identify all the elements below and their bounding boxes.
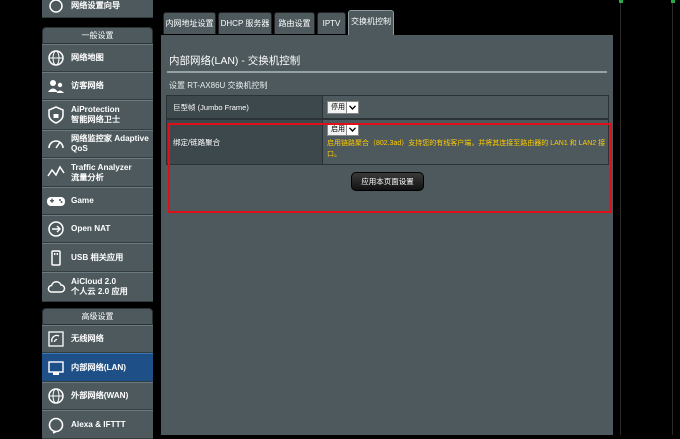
divider [672,0,673,435]
sidebar-item-label: AiProtection 智能网络卫士 [71,105,121,124]
usb-icon [45,247,67,269]
main-content: 内网地址设置 DHCP 服务器 路由设置 IPTV 交换机控制 内部网络(LAN… [161,0,613,435]
tab-dhcp-server[interactable]: DHCP 服务器 [218,12,272,34]
sidebar-item-aicloud[interactable]: AiCloud 2.0 个人云 2.0 应用 [42,272,153,302]
left-margin [0,0,42,435]
sidebar-item-game[interactable]: Game [42,187,153,215]
chevron-down-icon [346,124,358,135]
advanced-settings-header: 高级设置 [42,308,153,325]
traffic-analyzer-icon [45,162,67,184]
lan-icon [45,357,67,379]
sidebar-item-wireless[interactable]: 无线网络 [42,325,153,353]
status-led-indicator [619,0,623,3]
chevron-down-icon [346,102,358,113]
alexa-icon [45,414,67,436]
sidebar-item-label: Open NAT [71,224,111,233]
sidebar-item-label: 访客网络 [71,81,104,90]
sidebar-item-label: USB 相关应用 [71,252,124,262]
status-led-indicator [671,0,675,3]
cloud-icon [45,276,67,298]
setting-value-cell: 启用 启用链路聚合（802.3ad）支持您的有线客户端，并将其连接至路由器的 L… [323,120,608,164]
sidebar-item-guest-network[interactable]: 访客网络 [42,72,153,100]
jumbo-frame-select[interactable]: 停用 [327,101,359,114]
sidebar-item-aiprotection[interactable]: AiProtection 智能网络卫士 [42,100,153,130]
sidebar-item-label: 无线网络 [71,334,104,343]
tab-route[interactable]: 路由设置 [274,12,315,34]
setting-label: 巨型帧 (Jumbo Frame) [167,96,323,118]
globe-icon [45,47,67,69]
sidebar-item-lan[interactable]: 内部网络(LAN) [42,353,153,382]
sidebar-item-label: Alexa & IFTTT [71,419,126,429]
sidebar-item-wan[interactable]: 外部网络(WAN) [42,382,153,410]
sidebar-menu: 网络设置向导 一般设置 网络地图 访客网络 AiProtection 智能网络卫… [42,0,153,439]
wan-globe-icon [45,385,67,407]
general-settings-header: 一般设置 [42,27,153,44]
tab-switch-control[interactable]: 交换机控制 [348,10,394,36]
wizard-icon [45,0,67,17]
link-aggregation-select[interactable]: 启用 [327,123,359,136]
setting-value-cell: 停用 [323,96,608,118]
shield-lock-icon [45,104,67,126]
gauge-icon [45,133,67,155]
page-subtitle: 设置 RT-AX86U 交换机控制 [169,81,268,90]
setting-row-jumbo-frame: 巨型帧 (Jumbo Frame) 停用 [166,95,609,119]
sidebar-item-setup-wizard[interactable]: 网络设置向导 [42,0,153,18]
tab-lan-ip[interactable]: 内网地址设置 [163,12,216,34]
setting-row-link-aggregation: 绑定/链路聚合 启用 启用链路聚合（802.3ad）支持您的有线客户端，并将其连… [166,119,609,165]
page-title: 内部网络(LAN) - 交换机控制 [169,55,301,67]
gamepad-icon [45,190,67,212]
sidebar-item-usb[interactable]: USB 相关应用 [42,243,153,272]
title-divider [167,71,607,73]
select-value: 启用 [331,126,345,133]
apply-settings-button[interactable]: 应用本页面设置 [351,172,424,191]
sidebar-item-label: AiCloud 2.0 个人云 2.0 应用 [71,277,128,296]
wireless-icon [45,328,67,350]
divider [620,0,621,435]
select-value: 停用 [331,104,345,111]
sidebar-item-network-map[interactable]: 网络地图 [42,44,153,72]
sidebar-item-label: 网络监控家 Adaptive QoS [71,134,149,153]
sidebar-item-label: 外部网络(WAN) [71,391,129,400]
settings-panel: 内部网络(LAN) - 交换机控制 设置 RT-AX86U 交换机控制 巨型帧 … [161,35,613,435]
link-aggregation-hint: 启用链路聚合（802.3ad）支持您的有线客户端，并将其连接至路由器的 LAN1… [327,140,606,158]
sidebar-item-traffic-analyzer[interactable]: Traffic Analyzer 流量分析 [42,158,153,187]
sidebar-item-label: Traffic Analyzer 流量分析 [71,162,132,182]
sidebar-item-adaptive-qos[interactable]: 网络监控家 Adaptive QoS [42,130,153,158]
right-margin [613,0,680,435]
sidebar-item-label: 网络地图 [71,53,104,62]
sidebar-item-label: 网络设置向导 [71,1,121,10]
sidebar-item-label: 内部网络(LAN) [71,362,127,372]
open-nat-icon [45,218,67,240]
sidebar-item-label: Game [71,196,94,205]
tab-iptv[interactable]: IPTV [317,12,346,34]
setting-label: 绑定/链路聚合 [167,120,323,164]
guest-network-icon [45,75,67,97]
sidebar-item-open-nat[interactable]: Open NAT [42,215,153,243]
